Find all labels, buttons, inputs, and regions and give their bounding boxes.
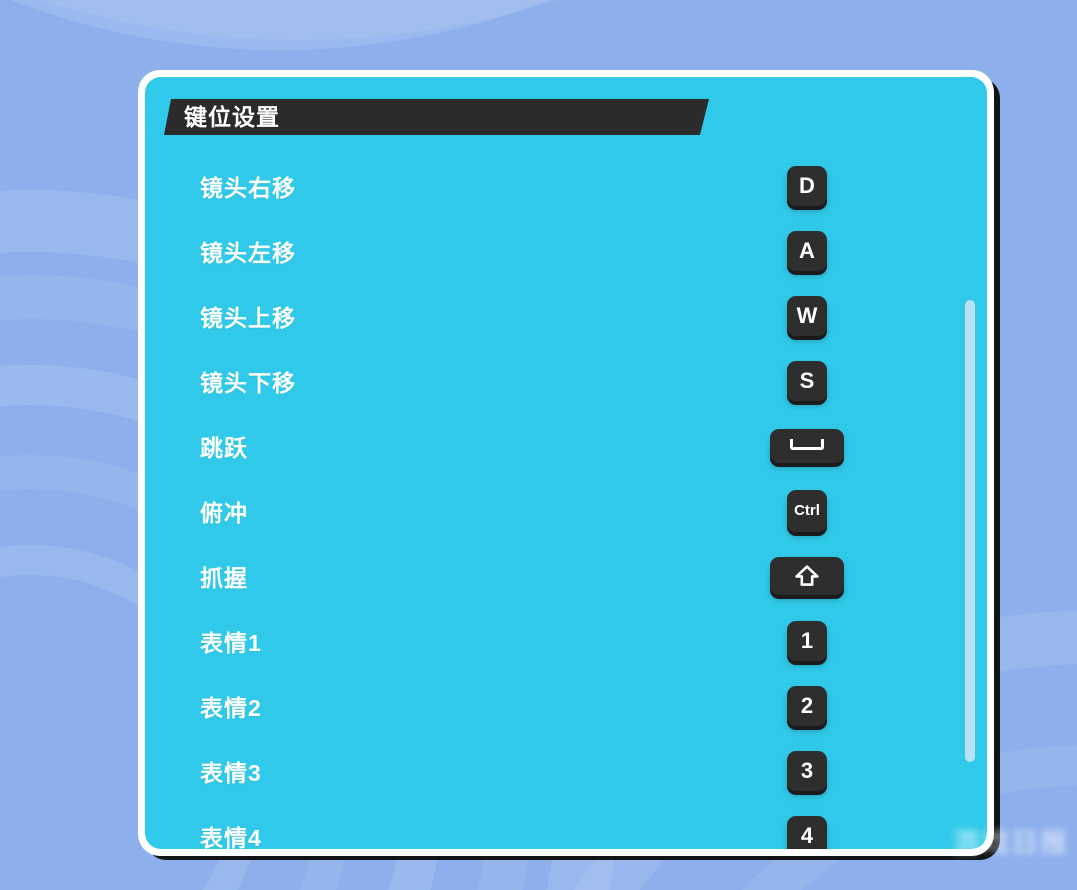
key-binding-action-label: 跳跃	[200, 434, 248, 461]
key-binding-row[interactable]: 抓握	[145, 543, 987, 608]
key-binding-row[interactable]: 镜头下移 S	[145, 348, 987, 413]
key-binding-row[interactable]: 镜头上移 W	[145, 283, 987, 348]
key-binding-keycap-slot[interactable]	[757, 428, 857, 463]
key-binding-action-label: 表情3	[200, 759, 262, 786]
key-binding-keycap-slot[interactable]: 1	[757, 620, 857, 661]
keycap-1[interactable]: 1	[787, 620, 827, 661]
keycap-4[interactable]: 4	[787, 815, 827, 849]
background-ring-arc	[0, 0, 1030, 50]
key-binding-action-label: 镜头左移	[200, 239, 296, 266]
key-binding-row[interactable]: 表情1 1	[145, 608, 987, 673]
scrollbar-track[interactable]	[965, 77, 975, 849]
key-binding-action-label: 镜头下移	[200, 369, 296, 396]
keycap-space[interactable]	[770, 428, 844, 463]
panel-body: 键位设置 镜头右移 D 镜头左移 A 镜头上移 W 镜头下移 S 跳跃 俯冲 Ctrl 抓握 表情1 1 表…	[145, 77, 987, 849]
page-title: 键位设置	[184, 103, 280, 130]
key-binding-keycap-slot[interactable]: 2	[757, 685, 857, 726]
key-binding-action-label: 镜头右移	[200, 174, 296, 201]
key-settings-panel: 键位设置 镜头右移 D 镜头左移 A 镜头上移 W 镜头下移 S 跳跃 俯冲 Ctrl 抓握 表情1 1 表…	[138, 70, 994, 856]
panel-title-banner: 键位设置	[164, 99, 709, 135]
key-binding-action-label: 抓握	[200, 564, 248, 591]
key-binding-action-label: 表情1	[200, 629, 262, 656]
key-binding-action-label: 表情4	[200, 824, 262, 850]
key-binding-row[interactable]: 俯冲 Ctrl	[145, 478, 987, 543]
key-binding-keycap-slot[interactable]: D	[757, 165, 857, 206]
keycap-a[interactable]: A	[787, 230, 827, 271]
key-binding-row[interactable]: 表情3 3	[145, 738, 987, 803]
key-binding-keycap-slot[interactable]: 4	[757, 815, 857, 849]
key-binding-row[interactable]: 表情4 4	[145, 803, 987, 849]
keycap-ctrl[interactable]: Ctrl	[787, 489, 827, 532]
keycap-shift[interactable]	[770, 556, 844, 595]
keycap-d[interactable]: D	[787, 165, 827, 206]
key-binding-action-label: 俯冲	[200, 499, 248, 526]
shift-arrow-up-icon	[795, 564, 819, 586]
space-bar-icon	[790, 439, 824, 450]
screen: 键位设置 镜头右移 D 镜头左移 A 镜头上移 W 镜头下移 S 跳跃 俯冲 Ctrl 抓握 表情1 1 表…	[0, 0, 1077, 890]
key-binding-row[interactable]: 镜头左移 A	[145, 218, 987, 283]
key-binding-keycap-slot[interactable]: 3	[757, 750, 857, 791]
key-binding-keycap-slot[interactable]: Ctrl	[757, 489, 857, 532]
key-binding-keycap-slot[interactable]: A	[757, 230, 857, 271]
scrollbar-thumb[interactable]	[965, 300, 975, 762]
keycap-2[interactable]: 2	[787, 685, 827, 726]
key-binding-keycap-slot[interactable]: W	[757, 295, 857, 336]
key-binding-action-label: 镜头上移	[200, 304, 296, 331]
key-binding-keycap-slot[interactable]: S	[757, 360, 857, 401]
keycap-3[interactable]: 3	[787, 750, 827, 791]
keycap-s[interactable]: S	[787, 360, 827, 401]
key-binding-keycap-slot[interactable]	[757, 556, 857, 595]
key-binding-row[interactable]: 镜头右移 D	[145, 153, 987, 218]
key-binding-action-label: 表情2	[200, 694, 262, 721]
key-binding-row[interactable]: 跳跃	[145, 413, 987, 478]
key-binding-list: 镜头右移 D 镜头左移 A 镜头上移 W 镜头下移 S 跳跃 俯冲 Ctrl 抓握 表情1 1 表情2 2 表情…	[145, 153, 987, 849]
keycap-w[interactable]: W	[787, 295, 827, 336]
key-binding-row[interactable]: 表情2 2	[145, 673, 987, 738]
